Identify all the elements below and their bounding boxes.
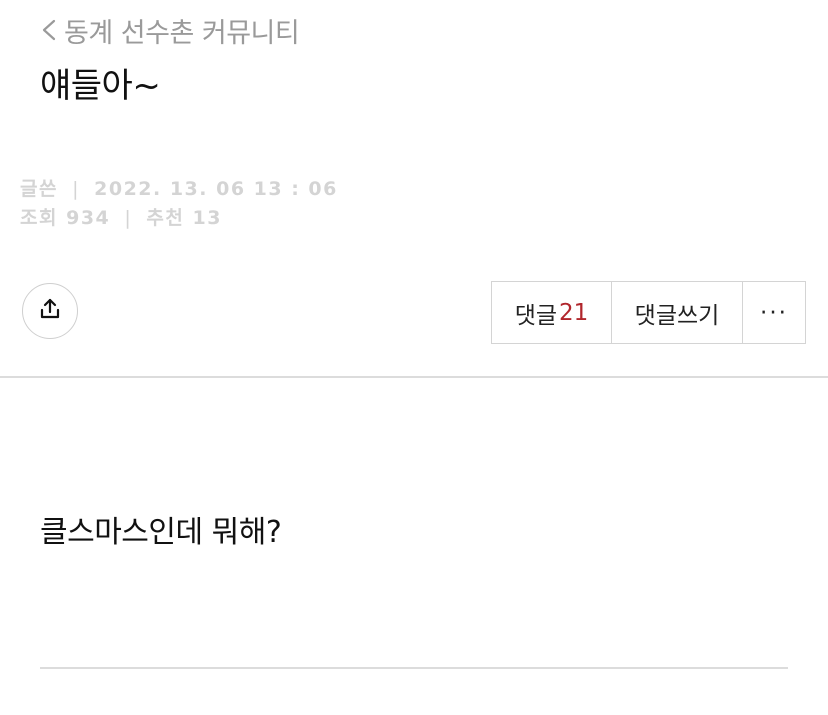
post-meta-author: 글쓴 | 2022. 13. 06 13 : 06 xyxy=(20,174,338,201)
views-count: 934 xyxy=(66,207,111,229)
back-link[interactable]: 동계 선수촌 커뮤니티 xyxy=(38,10,300,50)
post-datetime: 2022. 13. 06 13 : 06 xyxy=(94,178,338,200)
share-button[interactable] xyxy=(22,283,78,339)
chevron-left-icon xyxy=(38,15,64,45)
post-meta-stats: 조회 934 | 추천 13 xyxy=(20,203,222,230)
write-comment-label: 댓글쓰기 xyxy=(634,302,720,329)
views-label: 조회 xyxy=(20,207,58,229)
divider xyxy=(40,667,788,669)
post-title: 얘들아~ xyxy=(40,66,161,106)
post-action-group: 댓글 21 댓글쓰기 ··· xyxy=(491,281,806,344)
community-name: 동계 선수촌 커뮤니티 xyxy=(64,17,300,49)
recommend-count: 13 xyxy=(192,207,222,229)
more-icon: ··· xyxy=(760,299,788,326)
comments-label: 댓글 xyxy=(514,302,558,329)
recommend-label: 추천 xyxy=(146,207,185,229)
meta-separator: | xyxy=(124,207,133,229)
comments-count: 21 xyxy=(559,299,589,326)
author-label: 글쓴 xyxy=(20,178,58,200)
write-comment-button[interactable]: 댓글쓰기 xyxy=(612,282,743,343)
meta-separator: | xyxy=(72,178,80,200)
comments-button[interactable]: 댓글 21 xyxy=(492,282,612,343)
post-body: 클스마스인데 뭐해? xyxy=(40,515,282,550)
share-icon xyxy=(38,297,62,325)
more-options-button[interactable]: ··· xyxy=(743,282,805,343)
divider xyxy=(0,376,828,378)
